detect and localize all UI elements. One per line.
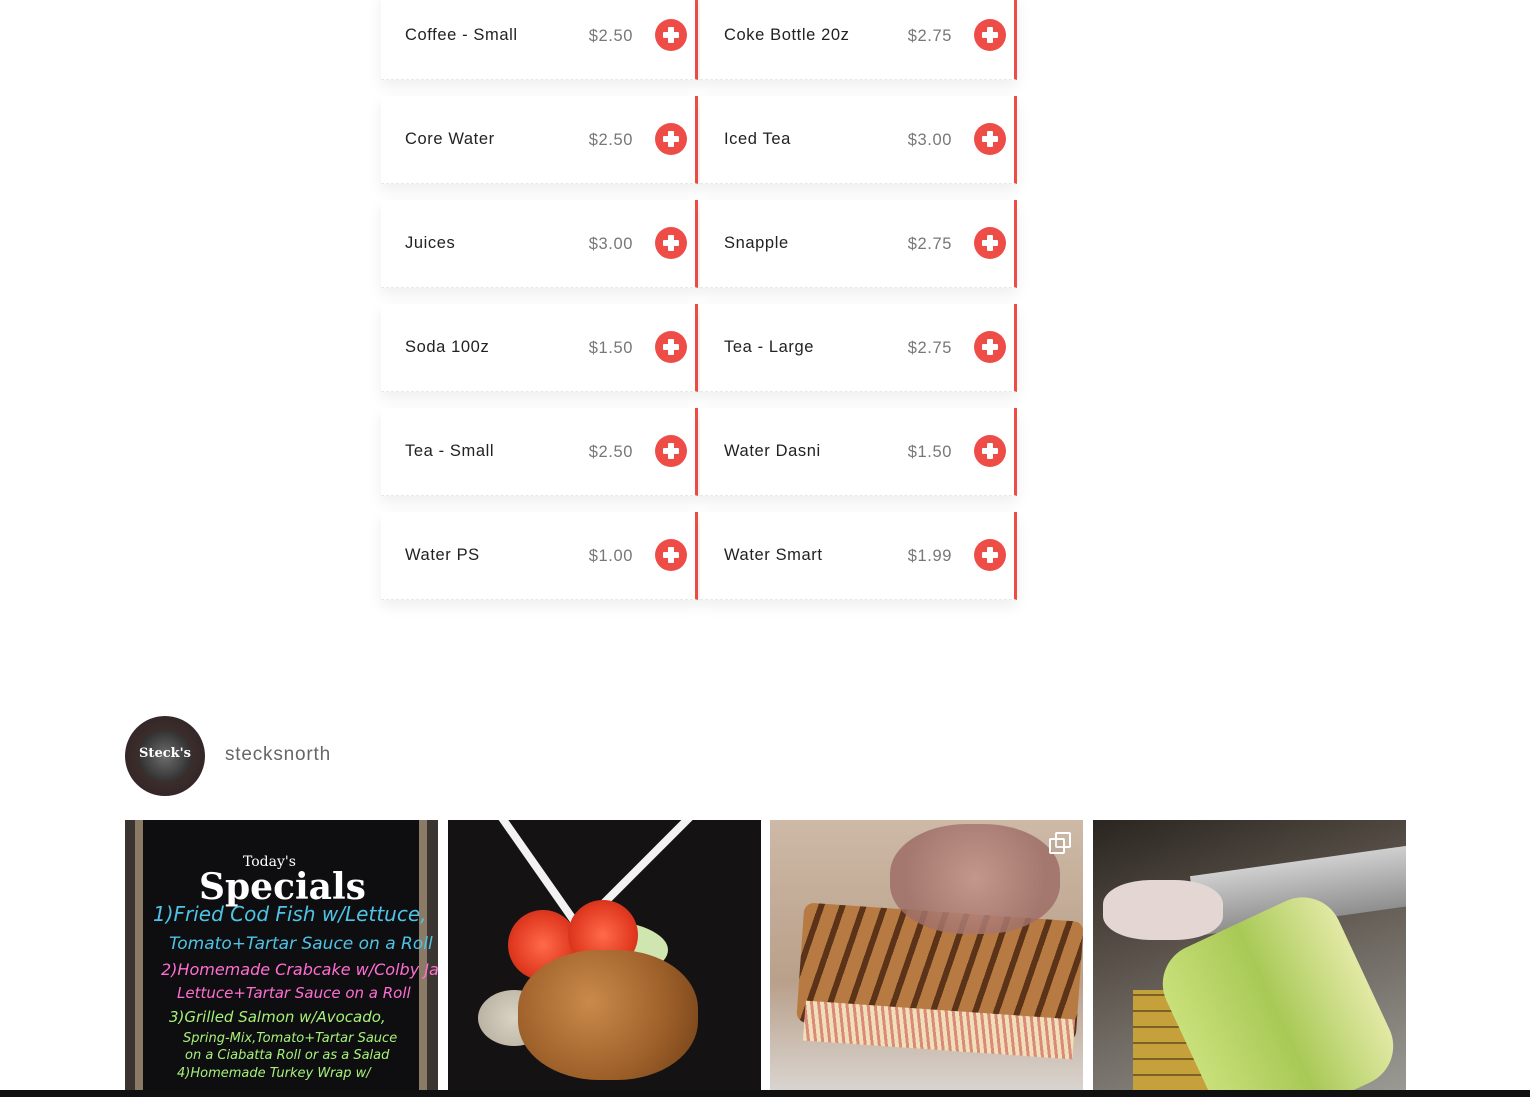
fried-cutlet — [518, 950, 698, 1080]
add-to-cart-plus-icon[interactable] — [655, 435, 687, 467]
menu-item-card: Coke Bottle 20z $2.75 — [700, 0, 1017, 80]
add-to-cart-plus-icon[interactable] — [974, 435, 1006, 467]
menu-item-card: Coffee - Small $2.50 — [381, 0, 698, 80]
add-to-cart-plus-icon[interactable] — [974, 227, 1006, 259]
menu-item-name: Iced Tea — [724, 130, 791, 148]
add-to-cart-plus-icon[interactable] — [655, 123, 687, 155]
menu-item-name: Snapple — [724, 234, 789, 252]
add-to-cart-plus-icon[interactable] — [655, 19, 687, 51]
menu-item-price: $3.00 — [588, 235, 633, 253]
menu-item-card: Tea - Large $2.75 — [700, 304, 1017, 392]
menu-item-card: Juices $3.00 — [381, 200, 698, 288]
menu-item-card: Snapple $2.75 — [700, 200, 1017, 288]
gallery-icon — [1049, 832, 1071, 854]
board-line: Lettuce+Tartar Sauce on a Roll — [177, 984, 411, 1002]
add-to-cart-plus-icon[interactable] — [655, 331, 687, 363]
add-to-cart-plus-icon[interactable] — [655, 539, 687, 571]
board-line: Spring-Mix,Tomato+Tartar Sauce — [183, 1031, 398, 1046]
board-line: 4)Homemade Turkey Wrap w/ — [177, 1066, 371, 1081]
board-line: 3)Grilled Salmon w/Avocado, — [169, 1008, 386, 1026]
knife-shape — [596, 820, 708, 911]
menu-item-price: $1.50 — [907, 443, 952, 461]
menu-item-name: Soda 100z — [405, 338, 490, 356]
menu-item-price: $1.99 — [907, 547, 952, 565]
gloved-hand — [890, 824, 1060, 934]
board-line: Tomato+Tartar Sauce on a Roll — [169, 934, 433, 954]
avatar-logo-text: Steck's — [139, 746, 191, 761]
board-line: 1)Fried Cod Fish w/Lettuce, — [153, 902, 427, 926]
instagram-post-specials[interactable]: Today's Specials 1)Fried Cod Fish w/Lett… — [125, 820, 438, 1090]
gloved-hand — [1103, 880, 1223, 940]
menu-item-card: Water Smart $1.99 — [700, 512, 1017, 600]
menu-item-price: $2.50 — [588, 131, 633, 149]
add-to-cart-plus-icon[interactable] — [974, 123, 1006, 155]
menu-item-price: $2.50 — [588, 443, 633, 461]
menu-item-name: Water PS — [405, 546, 480, 564]
menu-item-card: Tea - Small $2.50 — [381, 408, 698, 496]
menu-item-price: $1.00 — [588, 547, 633, 565]
chalkboard: Today's Specials 1)Fried Cod Fish w/Lett… — [135, 820, 438, 1090]
menu-item-price: $2.75 — [907, 235, 952, 253]
menu-item-name: Coffee - Small — [405, 26, 518, 44]
menu-item-name: Coke Bottle 20z — [724, 26, 850, 44]
add-to-cart-plus-icon[interactable] — [974, 331, 1006, 363]
menu-item-name: Juices — [405, 234, 456, 252]
instagram-post-grilled-sandwich[interactable] — [770, 820, 1083, 1090]
menu-item-name: Tea - Small — [405, 442, 495, 460]
add-to-cart-plus-icon[interactable] — [655, 227, 687, 259]
board-line: on a Ciabatta Roll or as a Salad — [185, 1048, 390, 1063]
instagram-post-long-sub[interactable] — [1093, 820, 1406, 1090]
board-line: 2)Homemade Crabcake w/Colby Jack — [161, 960, 438, 979]
add-to-cart-plus-icon[interactable] — [974, 539, 1006, 571]
add-to-cart-plus-icon[interactable] — [974, 19, 1006, 51]
instagram-post-cutlet-sandwich[interactable] — [448, 820, 761, 1090]
menu-item-name: Core Water — [405, 130, 495, 148]
menu-item-card: Core Water $2.50 — [381, 96, 698, 184]
menu-item-name: Tea - Large — [724, 338, 815, 356]
menu-item-price: $2.75 — [907, 339, 952, 357]
avatar[interactable]: Steck's — [125, 716, 205, 796]
menu-item-card: Water PS $1.00 — [381, 512, 698, 600]
menu-item-card: Iced Tea $3.00 — [700, 96, 1017, 184]
instagram-username[interactable]: stecksnorth — [225, 744, 331, 766]
menu-item-card: Water Dasni $1.50 — [700, 408, 1017, 496]
menu-item-price: $2.50 — [588, 27, 633, 45]
menu-item-name: Water Smart — [724, 546, 823, 564]
bottom-bar — [0, 1090, 1530, 1097]
menu-item-name: Water Dasni — [724, 442, 821, 460]
menu-items-grid: Coffee - Small $2.50 Coke Bottle 20z $2.75 C… — [381, 0, 1017, 600]
menu-item-price: $2.75 — [907, 27, 952, 45]
menu-item-price: $1.50 — [588, 339, 633, 357]
menu-item-card: Soda 100z $1.50 — [381, 304, 698, 392]
menu-item-price: $3.00 — [907, 131, 952, 149]
